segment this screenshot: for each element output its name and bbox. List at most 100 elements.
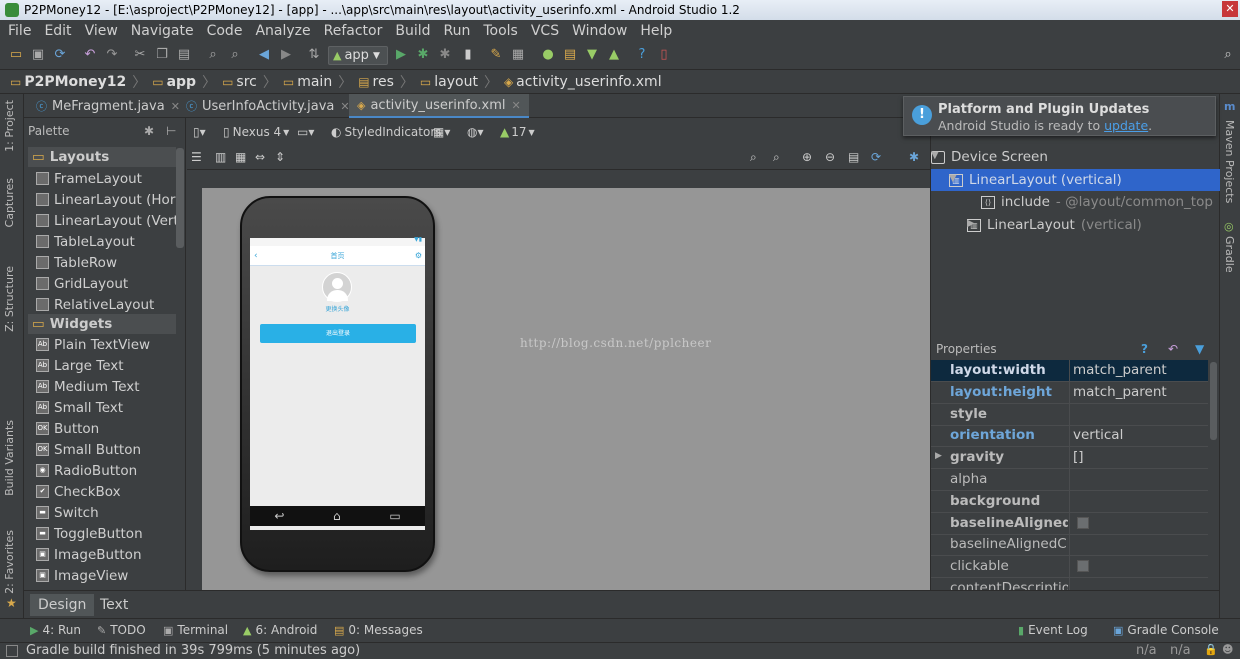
search-icon[interactable]: ⌕ [1220,47,1236,63]
tool-favorites[interactable]: 2: Favorites [3,530,16,594]
palette-item-widget[interactable]: ▬ ToggleButton [24,523,176,544]
replace-icon[interactable]: ⌕ [227,47,243,63]
palette-item-widget[interactable]: OK Button [24,418,176,439]
menu-navigate[interactable]: Navigate [131,23,194,39]
palette-item-widget[interactable]: ✔ CheckBox [24,481,176,502]
run-icon[interactable]: ▶ [393,47,409,63]
tool-project[interactable]: 1: Project [3,100,16,152]
property-row[interactable]: style [931,403,1208,426]
undo-icon[interactable]: ↶ [82,47,98,63]
menu-edit[interactable]: Edit [44,23,71,39]
tree-device-screen[interactable]: ▼ Device Screen [931,146,1220,168]
palette-category-layouts[interactable]: ▭ Layouts [28,147,176,167]
forward-icon[interactable]: ▶ [278,47,294,63]
palette-item-layout[interactable]: LinearLayout (Vertical) [24,210,176,231]
properties-scrollbar[interactable] [1210,362,1217,440]
refresh-icon[interactable]: ⟳ [871,150,881,164]
screenshot-icon[interactable]: ▤ [848,150,859,164]
design-canvas[interactable]: ▼▮ ‹ 首页 ⚙ 更换头像 退出登录 ↩ ⌂ ▭ http://blog.cs… [202,188,930,590]
palette-item-layout[interactable]: TableLayout [24,231,176,252]
tree-include[interactable]: ⟨⟩ include - @layout/common_top [931,191,1220,213]
cut-icon[interactable]: ✂ [132,47,148,63]
palette-item-widget[interactable]: Ab Plain TextView [24,334,176,355]
menu-run[interactable]: Run [444,23,471,39]
palette-item-widget[interactable]: ▣ ImageView [24,565,176,586]
menu-refactor[interactable]: Refactor [324,23,383,39]
palette-item-widget[interactable]: OK Small Button [24,439,176,460]
expand-arrow-icon[interactable]: ▶ [935,451,942,461]
theme-dropdown[interactable]: ◐ StyledIndicators [331,125,442,139]
tool-todo[interactable]: ✎ TODO [97,623,146,637]
tool-build-variants[interactable]: Build Variants [3,420,16,496]
help-icon[interactable]: ? [1141,338,1148,360]
stop-icon[interactable]: ▮ [460,47,476,63]
tree-linearlayout-root[interactable]: ▼ ▥ LinearLayout (vertical) [931,169,1220,191]
menu-code[interactable]: Code [207,23,243,39]
breadcrumb-src[interactable]: ▭ src [222,74,257,90]
property-value[interactable] [1069,556,1208,579]
help-icon[interactable]: ? [634,47,650,63]
run-config-dropdown[interactable]: ▲ app ▼ [328,46,388,65]
palette-item-widget[interactable]: ◉ RadioButton [24,460,176,481]
back-icon[interactable]: ◀ [256,47,272,63]
palette-item-widget[interactable]: ▣ ImageButton [24,544,176,565]
fill-height-icon[interactable]: ⇕ [275,150,285,164]
hector-icon[interactable]: ☻ [1222,643,1233,656]
close-window-button[interactable]: ✕ [1222,1,1238,17]
tab-mefragment[interactable]: ⓒ MeFragment.java ✕ [28,94,188,118]
palette-item-widget[interactable]: Ab Medium Text [24,376,176,397]
menu-tools[interactable]: Tools [483,23,518,39]
zoom-actual-icon[interactable]: ⌕ [750,150,757,165]
property-row[interactable]: baselineAlignedChildIndex [931,534,1208,557]
breadcrumb-layout[interactable]: ▭ layout [420,74,478,90]
menu-file[interactable]: File [8,23,31,39]
undo-icon[interactable]: ↶ [1168,338,1178,360]
zoom-out-icon[interactable]: ⊖ [825,150,835,164]
tool-maven-projects[interactable]: Maven Projects [1223,120,1236,203]
layout-width-icon[interactable]: ☰ [191,150,202,164]
tab-activity-userinfo-xml[interactable]: ◈ activity_userinfo.xml ✕ [349,94,529,118]
debug-icon[interactable]: ✱ [415,47,431,63]
menu-help[interactable]: Help [640,23,672,39]
breadcrumb-res[interactable]: ▤ res [358,74,394,90]
property-value[interactable]: vertical [1069,425,1208,448]
palette-item-layout[interactable]: GridLayout [24,273,176,294]
close-icon[interactable]: ✕ [512,99,521,112]
find-icon[interactable]: ⌕ [205,47,221,63]
android-monitor-icon[interactable]: ▲ [606,47,622,63]
property-row[interactable]: layout:width match_parent [931,360,1208,382]
property-row[interactable]: background [931,490,1208,513]
redo-icon[interactable]: ↷ [104,47,120,63]
orientation-icon[interactable]: ▭▾ [297,125,314,139]
make-project-icon[interactable]: ⇅ [306,47,322,63]
property-row[interactable]: orientation vertical [931,425,1208,448]
design-surface-icon[interactable]: ▯▾ [193,125,206,139]
gravity-icon[interactable]: ▦ [235,150,246,164]
palette-scrollbar[interactable] [176,148,184,248]
palette-item-layout[interactable]: LinearLayout (Horizontal) [24,189,176,210]
menu-vcs[interactable]: VCS [531,23,559,39]
update-notification[interactable]: ! Platform and Plugin Updates Android St… [903,96,1216,136]
property-value[interactable] [1069,490,1208,513]
tab-text[interactable]: Text [92,594,136,616]
device-dropdown[interactable]: ▯ Nexus 4 ▼ [223,125,289,139]
tool-gradle[interactable]: Gradle [1223,236,1236,273]
tree-linearlayout-child[interactable]: ▶ ▥ LinearLayout (vertical) [931,214,1220,236]
property-value[interactable]: [] [1069,447,1208,470]
gear-icon[interactable]: ✱ [144,124,154,138]
palette-category-widgets[interactable]: ▭ Widgets [28,314,176,334]
property-row[interactable]: alpha [931,469,1208,491]
breadcrumb-main[interactable]: ▭ main [283,74,332,90]
menu-view[interactable]: View [85,23,118,39]
menu-analyze[interactable]: Analyze [255,23,310,39]
settings-icon[interactable]: ✎ [488,47,504,63]
palette-item-widget[interactable]: Ab Large Text [24,355,176,376]
palette-item-layout[interactable]: FrameLayout [24,168,176,189]
tool-run[interactable]: ▶ 4: Run [30,623,81,637]
open-folder-icon[interactable]: ▭ [8,47,24,63]
property-value[interactable] [1069,469,1208,491]
menu-build[interactable]: Build [395,23,430,39]
breadcrumb-app[interactable]: ▭ app [152,74,196,90]
api-level-dropdown[interactable]: ▲ 17 ▼ [500,125,535,139]
zoom-fit-icon[interactable]: ⌕ [773,150,780,165]
